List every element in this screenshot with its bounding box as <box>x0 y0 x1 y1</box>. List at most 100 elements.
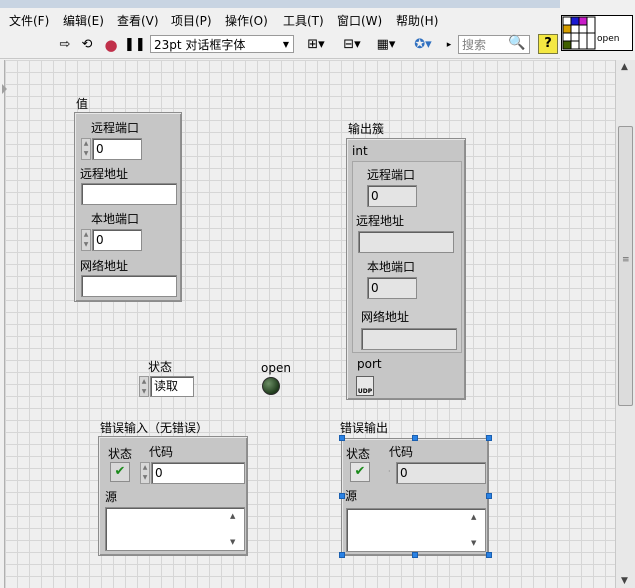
error-in-title: 错误输入（无错误） <box>100 421 209 435</box>
selection-handle[interactable] <box>412 552 418 558</box>
error-in-source-scrollbar[interactable]: ▲ ▼ <box>230 510 242 548</box>
menu-project[interactable]: 项目(P) <box>171 12 212 29</box>
error-out-status-indicator: ✔ <box>350 462 370 482</box>
error-out-status-label: 状态 <box>346 447 371 461</box>
value-local-port-spinner[interactable]: ▲ ▼ <box>81 229 91 251</box>
selection-handle[interactable] <box>339 435 345 441</box>
value-net-addr-input[interactable] <box>81 275 177 297</box>
scroll-down-icon[interactable]: ▼ <box>230 538 235 546</box>
state-label: 状态 <box>148 360 173 374</box>
value-remote-port-spinner[interactable]: ▲ ▼ <box>81 138 91 160</box>
output-cluster-title: 输出簇 <box>348 122 385 136</box>
run-continuously-icon[interactable]: ⟲ <box>78 36 96 54</box>
connector-label: open <box>597 34 620 44</box>
error-in-code-input[interactable]: 0 <box>151 462 245 484</box>
output-remote-addr-label: 远程地址 <box>356 214 405 228</box>
output-cluster[interactable]: int 远程端口 0 远程地址 本地端口 0 网络地址 port <box>346 138 466 400</box>
error-out-title: 错误输出 <box>340 421 389 435</box>
error-in-status-label: 状态 <box>108 447 133 461</box>
selection-handle[interactable] <box>412 435 418 441</box>
pause-icon[interactable]: ❚❚ <box>124 36 146 54</box>
font-select-value: 23pt 对话框字体 <box>154 38 246 52</box>
window-title-strip <box>0 0 560 8</box>
menu-file[interactable]: 文件(F) <box>9 12 49 29</box>
output-int-cluster[interactable]: 远程端口 0 远程地址 本地端口 0 网络地址 <box>352 161 462 353</box>
panel-origin-marker <box>2 84 7 94</box>
distribute-objects-icon[interactable]: ⊟▾ <box>340 36 364 54</box>
menu-tools[interactable]: 工具(T) <box>283 12 324 29</box>
error-in-code-spinner[interactable]: ▲ ▼ <box>140 462 150 484</box>
scroll-up-icon[interactable]: ▲ <box>621 62 628 72</box>
value-local-port-label: 本地端口 <box>91 212 140 226</box>
selection-handle[interactable] <box>486 435 492 441</box>
connector-pane-icon <box>562 16 596 50</box>
value-remote-port-label: 远程端口 <box>91 121 140 135</box>
scroll-up-icon[interactable]: ▲ <box>230 512 235 520</box>
toolbar-expand-icon[interactable]: ▸ <box>445 36 453 54</box>
value-remote-addr-label: 远程地址 <box>80 167 129 181</box>
open-label: open <box>261 361 291 375</box>
open-led-indicator <box>262 377 280 395</box>
scrollbar-thumb[interactable]: ≡ <box>618 126 633 406</box>
selection-handle[interactable] <box>339 552 345 558</box>
error-out-source-label: 源 <box>345 489 358 503</box>
scroll-down-icon[interactable]: ▼ <box>471 539 476 547</box>
menu-edit[interactable]: 编辑(E) <box>63 12 104 29</box>
reorder-icon[interactable]: ✪▾ <box>410 36 436 54</box>
output-inner-title: int <box>352 144 368 158</box>
error-out-source-scrollbar[interactable]: ▲ ▼ <box>471 511 483 549</box>
udp-refnum-icon: UDP <box>356 376 374 396</box>
output-remote-addr-value <box>358 231 454 253</box>
error-out-cluster[interactable]: 状态 代码 ✔ · 0 源 ▲ ▼ <box>341 438 489 556</box>
search-icon[interactable]: 🔍 <box>508 35 525 51</box>
value-remote-addr-input[interactable] <box>81 183 177 205</box>
scroll-down-icon[interactable]: ▼ <box>621 576 628 586</box>
value-net-addr-label: 网络地址 <box>80 259 129 273</box>
output-remote-port-value: 0 <box>367 185 417 207</box>
context-help-button[interactable]: ? <box>538 34 558 54</box>
output-local-port-value: 0 <box>367 277 417 299</box>
error-out-code-label: 代码 <box>389 445 414 459</box>
value-cluster[interactable]: 远程端口 ▲ ▼ 0 远程地址 本地端口 ▲ ▼ 0 网络地址 <box>74 112 182 302</box>
output-remote-port-label: 远程端口 <box>367 168 416 182</box>
value-cluster-title: 值 <box>76 97 89 111</box>
selection-handle[interactable] <box>486 493 492 499</box>
run-arrow-icon[interactable]: ⇨ <box>56 36 74 54</box>
selection-handle[interactable] <box>339 493 345 499</box>
grip-icon: ≡ <box>622 255 630 265</box>
udp-icon-label: UDP <box>357 388 373 395</box>
toolbar: ⇨ ⟲ ● ❚❚ 23pt 对话框字体 ▼ ⊞▾ ⊟▾ ▦▾ ✪▾ ▸ 搜索 🔍 <box>0 32 560 59</box>
error-out-source-value: ▲ ▼ <box>346 508 486 552</box>
resize-objects-icon[interactable]: ▦▾ <box>374 36 398 54</box>
font-select[interactable]: 23pt 对话框字体 ▼ <box>150 35 294 53</box>
chevron-down-icon: ▼ <box>282 40 289 49</box>
check-icon: ✔ <box>114 464 126 479</box>
abort-icon[interactable]: ● <box>102 36 120 54</box>
search-placeholder: 搜索 <box>462 38 487 52</box>
menu-window[interactable]: 窗口(W) <box>337 12 382 29</box>
error-in-status-checkbox[interactable]: ✔ <box>110 462 130 482</box>
menu-operate[interactable]: 操作(O) <box>225 12 268 29</box>
output-local-port-label: 本地端口 <box>367 260 416 274</box>
output-net-addr-label: 网络地址 <box>361 310 410 324</box>
output-net-addr-value <box>361 328 457 350</box>
menu-bar: 文件(F) 编辑(E) 查看(V) 项目(P) 操作(O) 工具(T) 窗口(W… <box>0 10 560 30</box>
error-in-code-label: 代码 <box>149 445 174 459</box>
scroll-up-icon[interactable]: ▲ <box>471 513 476 521</box>
state-spinner[interactable]: ▲ ▼ <box>139 376 149 397</box>
vertical-scrollbar[interactable]: ▲ ≡ ▼ <box>615 60 635 588</box>
menu-help[interactable]: 帮助(H) <box>396 12 438 29</box>
error-out-code-value: 0 <box>396 462 486 484</box>
output-port-label: port <box>357 357 382 371</box>
check-icon: ✔ <box>354 464 366 479</box>
state-enum-control[interactable]: 读取 <box>150 376 194 397</box>
error-in-source-input[interactable]: ▲ ▼ <box>105 507 245 551</box>
connector-pane[interactable]: open <box>561 15 633 51</box>
align-objects-icon[interactable]: ⊞▾ <box>304 36 328 54</box>
value-local-port-input[interactable]: 0 <box>92 229 142 251</box>
value-remote-port-input[interactable]: 0 <box>92 138 142 160</box>
menu-view[interactable]: 查看(V) <box>117 12 159 29</box>
error-in-cluster[interactable]: 状态 代码 ✔ ▲ ▼ 0 源 ▲ ▼ <box>98 436 248 556</box>
selection-handle[interactable] <box>486 552 492 558</box>
error-in-source-label: 源 <box>105 490 118 504</box>
